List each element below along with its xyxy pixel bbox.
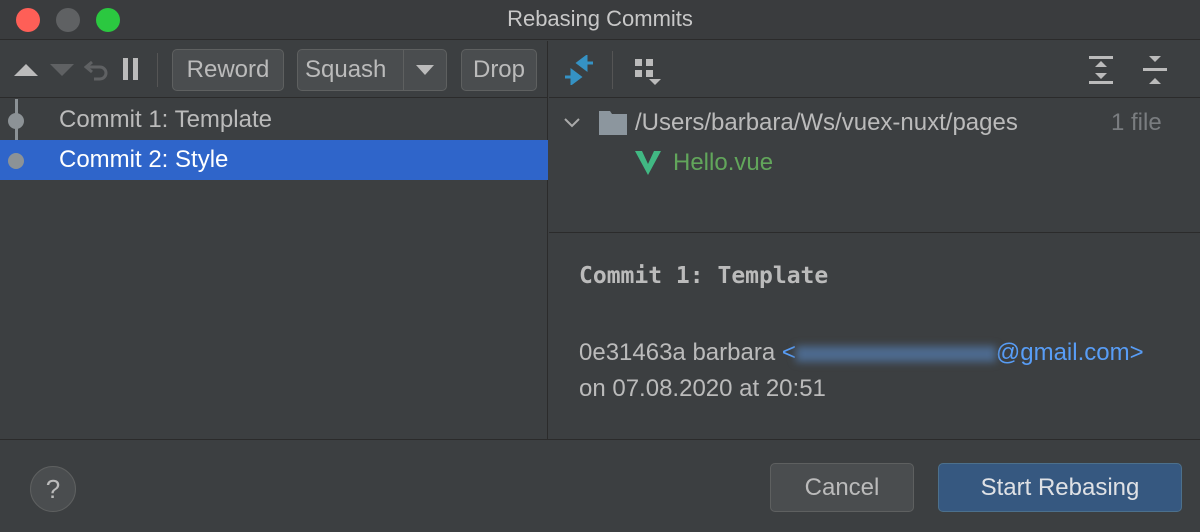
folder-path: /Users/barbara/Ws/vuex-nuxt/pages — [635, 109, 1018, 136]
commit-row-selected[interactable]: Commit 2: Style — [0, 140, 548, 180]
commit-hash: 0e31463a — [579, 339, 686, 366]
commit-author: barbara — [692, 339, 776, 366]
chevron-down-icon[interactable] — [563, 117, 581, 129]
title-bar: Rebasing Commits — [0, 0, 1200, 40]
commit-node-icon — [8, 113, 24, 129]
commit-node-icon — [8, 153, 24, 169]
commit-title: Commit 1: Template — [579, 263, 829, 289]
email-prefix: < — [781, 339, 796, 366]
commit-label: Commit 1: Template — [59, 106, 272, 133]
start-rebasing-button[interactable]: Start Rebasing — [938, 463, 1182, 512]
dialog-footer: ? Cancel Start Rebasing — [0, 439, 1200, 532]
expand-all-icon[interactable] — [1089, 56, 1113, 84]
file-name: Hello.vue — [673, 149, 774, 176]
chevron-down-icon[interactable] — [416, 65, 434, 76]
changes-tree: /Users/barbara/Ws/vuex-nuxt/pages 1 file… — [549, 99, 1200, 233]
commit-label: Commit 2: Style — [59, 146, 229, 173]
file-count: 1 file — [1111, 109, 1162, 136]
drop-button[interactable]: Drop — [461, 49, 537, 91]
commit-date: on 07.08.2020 at 20:51 — [579, 375, 826, 402]
commit-details-panel: /Users/barbara/Ws/vuex-nuxt/pages 1 file… — [549, 41, 1200, 439]
toolbar-divider — [612, 51, 613, 89]
commit-row[interactable]: Commit 1: Template — [0, 100, 548, 140]
commit-toolbar: Reword Squash Drop — [0, 41, 547, 98]
reword-button[interactable]: Reword — [172, 49, 284, 91]
pause-icon[interactable] — [122, 58, 140, 80]
group-by-icon[interactable] — [635, 59, 665, 87]
toolbar-divider — [157, 53, 158, 87]
help-button[interactable]: ? — [30, 466, 76, 512]
changes-toolbar — [549, 41, 1200, 98]
author-email-link[interactable]: < @gmail.com> — [782, 339, 1144, 366]
blurred-email — [795, 345, 996, 362]
commit-list-panel: Reword Squash Drop Commit 1: Template Co… — [0, 41, 548, 439]
squash-button[interactable]: Squash — [297, 49, 447, 91]
window-title: Rebasing Commits — [507, 6, 693, 31]
close-window-button[interactable] — [16, 8, 40, 32]
split-divider — [403, 50, 404, 90]
commit-meta: 0e31463a barbara < @gmail.com> — [579, 339, 1144, 367]
collapse-all-icon[interactable] — [1143, 56, 1167, 84]
zoom-window-button[interactable] — [96, 8, 120, 32]
undo-icon[interactable] — [84, 57, 110, 83]
compare-arrows-icon[interactable] — [564, 55, 594, 85]
move-up-icon[interactable] — [14, 63, 38, 77]
folder-icon — [599, 111, 627, 135]
vue-file-icon — [635, 151, 661, 175]
squash-label: Squash — [305, 56, 387, 83]
email-domain: @gmail.com> — [995, 339, 1144, 366]
minimize-window-button[interactable] — [56, 8, 80, 32]
move-down-icon[interactable] — [50, 63, 74, 77]
cancel-button[interactable]: Cancel — [770, 463, 914, 512]
